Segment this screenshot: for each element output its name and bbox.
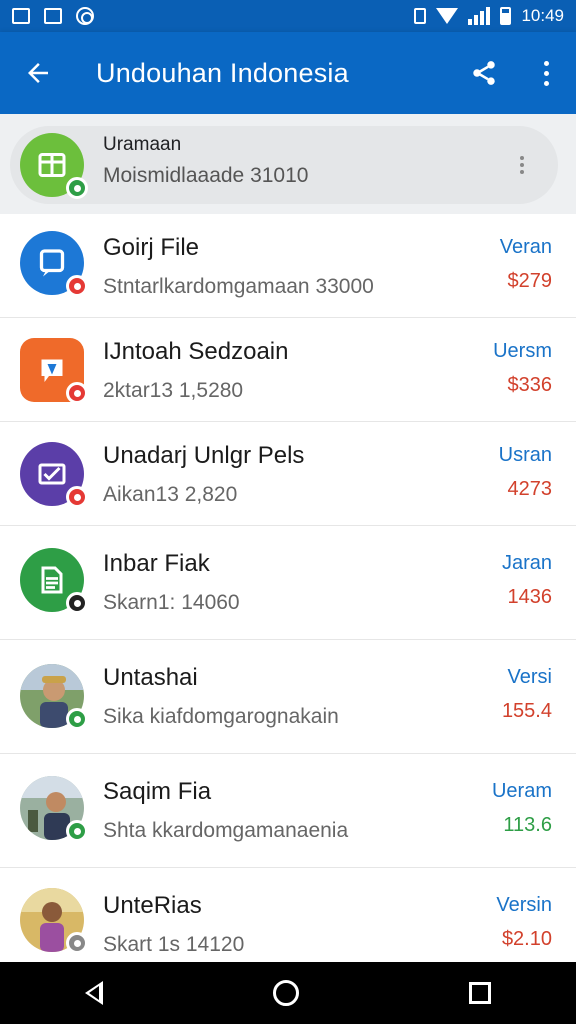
app-icon-wrap	[20, 338, 88, 404]
app-bar-actions	[452, 32, 576, 114]
row-text: UnteRias Skart 1s 14120	[103, 892, 244, 957]
back-button[interactable]	[0, 32, 76, 114]
item-price: 113.6	[503, 814, 552, 836]
image-notification-icon	[12, 8, 30, 24]
app-icon-wrap	[20, 888, 88, 954]
battery-icon	[500, 7, 512, 25]
item-subtitle: Skarn1: 14060	[103, 591, 240, 614]
item-version: Ueram	[491, 780, 552, 802]
row-text: Untashai Sika kiafdomgarognakain	[103, 664, 339, 729]
status-badge	[66, 592, 88, 614]
item-title: Untashai	[103, 664, 198, 691]
app-icon-wrap	[20, 548, 88, 614]
item-title: Goirj File	[103, 234, 200, 261]
status-badge	[66, 382, 88, 404]
highlighted-row-band: Uramaan Moismidlaaade 31010	[0, 114, 576, 214]
item-title: Unadarj Unlgr Pels	[103, 442, 305, 469]
arrow-left-icon	[28, 63, 48, 83]
status-system: 10:49	[414, 6, 564, 26]
item-meta: Veran $279	[500, 236, 552, 293]
item-meta: Jaran 1436	[502, 552, 552, 609]
list-item[interactable]: IJntoah Sedzoain 2ktar13 1,5280 Uersm $3…	[0, 318, 576, 422]
row-text: Goirj File Stntarlkardomgamaan 33000	[103, 234, 374, 299]
item-version: Usran	[498, 444, 552, 466]
list-item[interactable]: Saqim Fia Shta kkardomgamanaenia Ueram 1…	[0, 754, 576, 868]
app-icon-wrap	[20, 664, 88, 730]
item-meta: Versin $2.10	[496, 894, 552, 951]
app-icon-wrap	[20, 776, 88, 842]
status-badge	[66, 820, 88, 842]
download-list: Goirj File Stntarlkardomgamaan 33000 Ver…	[0, 214, 576, 964]
highlighted-row-text: Uramaan Moismidlaaade 31010	[103, 134, 308, 188]
list-item[interactable]: Goirj File Stntarlkardomgamaan 33000 Ver…	[0, 214, 576, 318]
status-time: 10:49	[521, 6, 564, 25]
item-meta: Ueram 113.6	[492, 780, 552, 837]
row-text: Saqim Fia Shta kkardomgamanaenia	[103, 778, 348, 843]
status-notifications	[12, 7, 94, 25]
item-version: Versi	[507, 666, 552, 688]
item-meta: Versi 155.4	[502, 666, 552, 723]
mail-notification-icon	[44, 8, 62, 24]
system-nav-bar	[0, 962, 576, 1024]
sync-notification-icon	[76, 7, 94, 25]
screen: 10:49 Undouhan Indonesia Uramaan Moismid…	[0, 0, 576, 1024]
list-item[interactable]: Inbar Fiak Skarn1: 14060 Jaran 1436	[0, 526, 576, 640]
list-item[interactable]: Unadarj Unlgr Pels Aikan13 2,820 Usran 4…	[0, 422, 576, 526]
more-dot-icon	[543, 80, 549, 86]
share-icon	[473, 61, 495, 85]
app-icon-wrap	[20, 231, 88, 297]
highlighted-list-item[interactable]: Uramaan Moismidlaaade 31010	[10, 126, 558, 204]
item-price: 155.4	[501, 700, 552, 722]
status-badge	[66, 708, 88, 730]
item-price: 1436	[507, 586, 553, 608]
item-menu-button[interactable]	[520, 156, 524, 174]
item-subtitle: Shta kkardomgamanaenia	[103, 819, 349, 842]
more-dot-icon	[543, 60, 549, 66]
nav-back-icon[interactable]	[85, 981, 103, 1005]
item-price: $2.10	[501, 928, 552, 950]
item-title: UnteRias	[103, 892, 202, 919]
row-text: Inbar Fiak Skarn1: 14060	[103, 550, 240, 615]
item-title: IJntoah Sedzoain	[103, 338, 289, 365]
list-item[interactable]: Untashai Sika kiafdomgarognakain Versi 1…	[0, 640, 576, 754]
item-meta: Uersm $336	[493, 340, 552, 397]
status-badge	[66, 275, 88, 297]
wifi-icon	[436, 8, 459, 24]
nav-home-icon[interactable]	[273, 980, 299, 1006]
nav-recents-icon[interactable]	[469, 982, 491, 1004]
item-subtitle: Sika kiafdomgarognakain	[103, 705, 339, 728]
item-subtitle: 2ktar13 1,5280	[103, 379, 244, 402]
vibrate-icon	[414, 8, 427, 24]
item-title: Saqim Fia	[103, 778, 212, 805]
status-badge	[66, 177, 88, 199]
app-icon-wrap	[20, 133, 88, 199]
item-price: $336	[507, 374, 553, 396]
more-options-button[interactable]	[516, 32, 576, 114]
signal-icon	[468, 7, 491, 25]
status-badge	[66, 486, 88, 508]
item-subtitle: Aikan13 2,820	[103, 483, 238, 506]
item-subtitle: Skart 1s 14120	[103, 933, 245, 956]
item-version: Versin	[496, 894, 552, 916]
page-title: Undouhan Indonesia	[96, 57, 349, 88]
status-badge	[66, 932, 88, 954]
item-price: 4273	[507, 478, 553, 500]
item-version: Veran	[499, 236, 552, 258]
row-text: IJntoah Sedzoain 2ktar13 1,5280	[103, 338, 288, 403]
item-title: Uramaan	[103, 134, 182, 155]
item-title: Inbar Fiak	[103, 550, 210, 577]
item-subtitle: Stntarlkardomgamaan 33000	[103, 275, 374, 298]
share-button[interactable]	[452, 32, 516, 114]
item-meta: Usran 4273	[499, 444, 552, 501]
status-bar: 10:49	[0, 0, 576, 32]
list-item[interactable]: UnteRias Skart 1s 14120 Versin $2.10	[0, 868, 576, 964]
more-dot-icon	[543, 70, 549, 76]
item-version: Jaran	[501, 552, 552, 574]
item-version: Uersm	[493, 340, 552, 362]
item-price: $279	[507, 270, 553, 292]
app-bar: Undouhan Indonesia	[0, 32, 576, 114]
row-text: Unadarj Unlgr Pels Aikan13 2,820	[103, 442, 304, 507]
app-icon-wrap	[20, 442, 88, 508]
item-subtitle: Moismidlaaade 31010	[103, 164, 309, 187]
